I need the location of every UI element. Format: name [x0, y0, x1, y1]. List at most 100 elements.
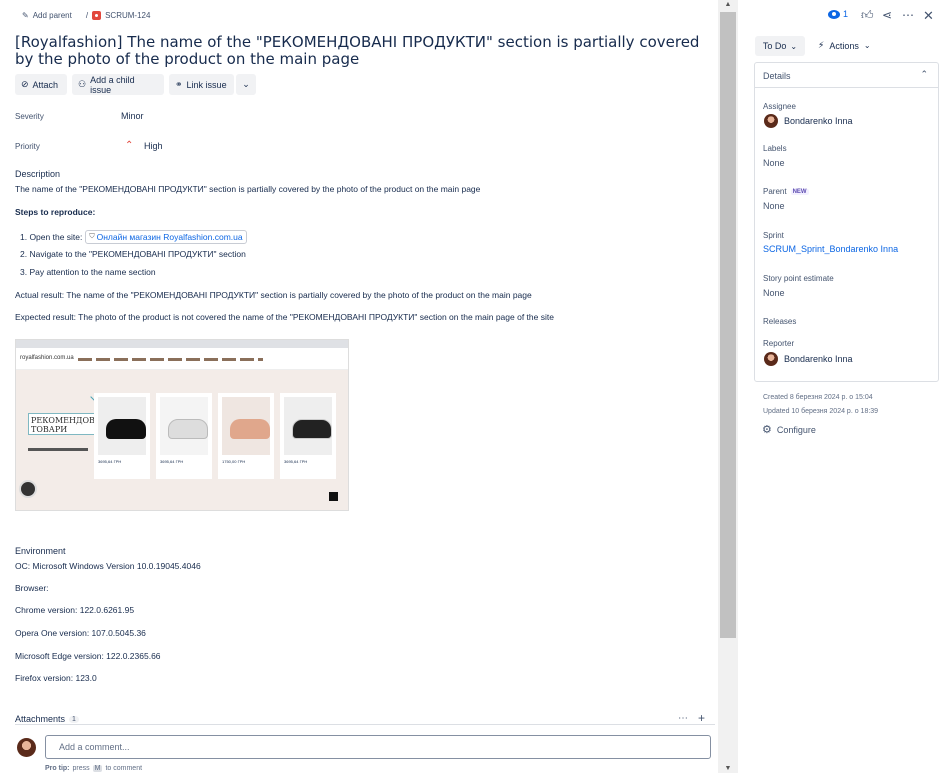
site-logo: royalfashion.com.ua: [20, 355, 74, 361]
link-issue-button[interactable]: ⚭ Link issue: [169, 74, 234, 95]
description-summary: The name of the "РЕКОМЕНДОВАНІ ПРОДУКТИ"…: [15, 184, 481, 194]
add-child-issue-button[interactable]: ⚇ Add a child issue: [72, 74, 164, 95]
add-parent-link[interactable]: Add parent: [33, 11, 72, 20]
comment-input[interactable]: Add a comment...: [45, 735, 711, 759]
steps-heading: Steps to reproduce:: [15, 207, 96, 217]
env-os: ОС: Microsoft Windows Version 10.0.19045…: [15, 561, 201, 571]
severity-value[interactable]: Minor: [121, 111, 144, 121]
actual-result: Actual result: The name of the "РЕКОМЕНД…: [15, 290, 532, 300]
step-1: 1. Open the site: ⛉ Онлайн магазин Royal…: [20, 230, 247, 244]
env-opera: Opera One version: 107.0.5045.36: [15, 628, 146, 638]
product-price-4: 3695,64 ГРН: [284, 459, 308, 464]
product-card-1: 3695,64 ГРН: [94, 393, 150, 479]
site-smart-link[interactable]: ⛉ Онлайн магазин Royalfashion.com.ua: [85, 230, 247, 244]
attachments-header: Attachments 1: [15, 714, 79, 724]
sprint-label: Sprint: [763, 231, 784, 240]
hierarchy-icon: ⚇: [78, 79, 87, 89]
attachments-label: Attachments: [15, 714, 66, 724]
attachments-count: 1: [69, 715, 79, 723]
updated-timestamp: Updated 10 березня 2024 р. о 18:39: [763, 408, 879, 415]
reporter-field[interactable]: Bondarenko Inna: [764, 352, 853, 366]
add-attachment-icon[interactable]: +: [698, 711, 705, 725]
breadcrumb: ✎ Add parent / SCRUM-124: [22, 11, 150, 20]
watch-button[interactable]: 1: [828, 9, 848, 19]
assignee-label: Assignee: [763, 102, 796, 111]
breadcrumb-separator: /: [85, 11, 89, 20]
scroll-up-arrow[interactable]: ▲: [723, 1, 733, 9]
current-user-avatar: [17, 738, 36, 757]
chevron-down-icon: ⌄: [790, 41, 798, 51]
chevron-up-icon: ⌃: [920, 69, 928, 79]
share-icon[interactable]: ⋖: [882, 8, 892, 22]
details-header[interactable]: Details ⌃: [755, 63, 938, 88]
parent-value[interactable]: None: [763, 201, 785, 211]
more-toolbar-dropdown[interactable]: ⌄: [236, 74, 256, 95]
pro-tip: Pro tip: press M to comment: [45, 765, 143, 772]
product-card-3: 1750,00 ГРН: [218, 393, 274, 479]
product-price-2: 3695,64 ГРН: [160, 459, 184, 464]
product-card-2: 3695,64 ГРН: [156, 393, 212, 479]
labels-label: Labels: [763, 144, 787, 153]
attachments-more-icon[interactable]: ⋯: [678, 713, 688, 724]
product-price-3: 1750,00 ГРН: [222, 459, 246, 464]
severity-label: Severity: [15, 112, 44, 121]
reporter-avatar: [764, 352, 778, 366]
bug-icon: [92, 11, 102, 20]
trust-badge: [19, 480, 37, 498]
env-chrome: Chrome version: 122.0.6261.95: [15, 605, 135, 615]
configure-button[interactable]: ⚙︎ Configure: [762, 423, 816, 436]
priority-high-icon: ⌃: [125, 140, 134, 151]
attached-screenshot[interactable]: royalfashion.com.ua РЕКОМЕНДОВАН ТОВАРИ …: [15, 339, 349, 511]
expected-result: Expected result: The photo of the produc…: [15, 312, 554, 322]
issue-main-panel: ✎ Add parent / SCRUM-124 [Royalfashion] …: [0, 0, 718, 773]
site-header: royalfashion.com.ua: [16, 348, 348, 370]
details-heading: Details: [763, 71, 791, 81]
step-3: 3. Pay attention to the name section: [20, 267, 156, 277]
browser-tab-bar: [16, 340, 348, 348]
shopping-bag-icon: ⛉: [89, 233, 95, 240]
reporter-label: Reporter: [763, 339, 795, 348]
product-card-4: 3695,64 ГРН: [280, 393, 336, 479]
status-dropdown[interactable]: To Do ⌄: [755, 36, 805, 56]
gear-icon: ⚙︎: [762, 424, 772, 436]
chevron-down-icon: ⌄: [242, 79, 250, 89]
product-price-1: 3695,64 ГРН: [98, 459, 122, 464]
divider: [15, 724, 715, 725]
paperclip-icon: ⊘: [21, 79, 29, 89]
link-icon: ⚭: [175, 79, 183, 89]
like-icon[interactable]: 👍︎: [861, 8, 874, 23]
eye-icon: [828, 9, 840, 19]
new-badge: NEW: [790, 188, 809, 195]
environment-heading: Environment: [15, 546, 66, 556]
priority-value[interactable]: High: [144, 141, 163, 151]
banner-line-2: ТОВАРИ: [31, 425, 68, 434]
parent-label: Parent NEW: [763, 187, 809, 196]
env-browser: Browser:: [15, 583, 49, 593]
labels-value[interactable]: None: [763, 158, 785, 168]
env-edge: Microsoft Edge version: 122.0.2365.66: [15, 651, 161, 661]
watch-count: 1: [843, 9, 849, 19]
more-actions-icon[interactable]: ⋯: [902, 8, 914, 22]
keyboard-key: M: [92, 765, 103, 772]
story-point-label: Story point estimate: [763, 274, 834, 283]
scrollbar-thumb[interactable]: [720, 12, 736, 638]
scroll-down-arrow[interactable]: ▼: [723, 765, 733, 773]
issue-title[interactable]: [Royalfashion] The name of the "РЕКОМЕНД…: [15, 34, 705, 68]
env-firefox: Firefox version: 123.0: [15, 673, 97, 683]
lightning-icon: ⚡︎: [818, 40, 825, 50]
assignee-avatar: [764, 114, 778, 128]
attach-button[interactable]: ⊘ Attach: [15, 74, 67, 95]
sprint-link[interactable]: SCRUM_Sprint_Bondarenko Inna: [763, 244, 898, 254]
story-point-value[interactable]: None: [763, 288, 785, 298]
actions-dropdown[interactable]: ⚡︎ Actions ⌄: [818, 40, 871, 51]
priority-label: Priority: [15, 142, 40, 151]
step-2: 2. Navigate to the "РЕКОМЕНДОВАНІ ПРОДУК…: [20, 249, 246, 259]
pencil-icon: ✎: [22, 11, 29, 20]
scroll-top-button: [329, 492, 338, 501]
releases-label: Releases: [763, 317, 797, 326]
close-icon[interactable]: ✕: [923, 8, 934, 24]
assignee-field[interactable]: Bondarenko Inna: [764, 114, 853, 128]
description-heading: Description: [15, 169, 61, 179]
chevron-down-icon: ⌄: [863, 41, 871, 50]
issue-key-link[interactable]: SCRUM-124: [105, 11, 150, 20]
